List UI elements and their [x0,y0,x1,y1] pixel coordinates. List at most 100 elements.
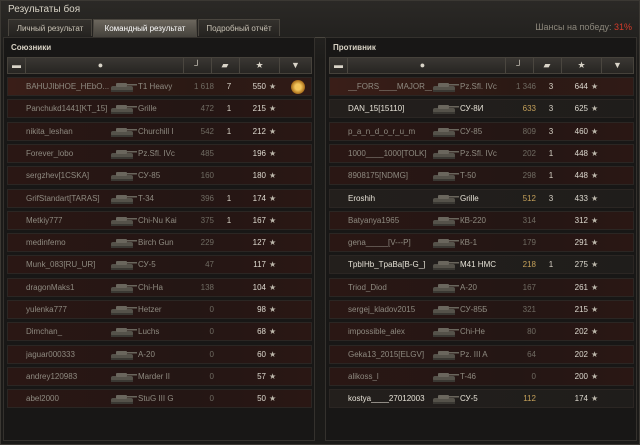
player-row[interactable]: Triod_Diod A-20 167 261 ★ [329,277,634,297]
player-row[interactable]: __FORS____MAJOR__ Pz.Sfl. IVc 1 346 3 644 ★ [329,77,634,96]
player-row[interactable]: Munk_083[RU_UR] СУ-5 47 117 ★ [7,255,312,275]
squad-column-header[interactable]: ▬ [8,58,26,73]
player-row[interactable]: kostya____27012003 СУ-5 112 174 ★ [329,389,634,409]
allies-title: Союзники [11,43,52,52]
player-row[interactable]: 8908175[NDMG] T-50 298 1 448 ★ [329,166,634,186]
xp-value: 275 [574,260,588,270]
tank-icon [111,350,137,360]
xp-value: 215 [574,305,588,314]
player-row[interactable]: Metkiy777 Chi-Nu Kai 375 1 167 ★ [7,210,312,230]
player-column-header[interactable]: ● [26,58,184,73]
player-row[interactable]: nikita_leshan Churchill I 542 1 212 ★ [7,121,312,141]
tab-team-result[interactable]: Командный результат [93,19,197,37]
player-row[interactable]: alikoss_l T-46 0 200 ★ [329,366,634,386]
star-icon: ★ [269,371,277,381]
player-name: Geka13_2015[ELGV] [348,349,425,359]
player-name: 1000____1000[TOLK] [348,148,427,158]
xp-value: 202 [574,327,588,337]
medals-column-header[interactable]: ▼ [280,58,311,73]
player-row[interactable]: yulenka777 Hetzer 0 98 ★ [7,300,312,319]
player-row[interactable]: jaguar000333 A-20 0 60 ★ [7,344,312,364]
vehicle-name: Pz.Sfl. IVc [138,148,175,158]
star-icon: ★ [591,215,599,225]
player-row[interactable]: BAHUJIbHOE_HEbO... T1 Heavy 1 618 7 550 ★ [7,77,312,96]
damage-value: 138 [200,282,214,292]
frags-value: 1 [548,148,554,158]
xp-value: 448 [574,148,588,158]
medal-icon[interactable] [291,80,305,94]
damage-value: 0 [209,327,214,337]
player-name: 8908175[NDMG] [348,171,409,181]
star-icon: ★ [577,60,586,70]
vehicle-name: Pz. III A [460,349,488,359]
medals-column-header[interactable]: ▼ [602,58,633,73]
player-row[interactable]: Geka13_2015[ELGV] Pz. III A 64 202 ★ [329,344,634,364]
window-title: Результаты боя [8,4,81,15]
player-row[interactable]: Dimchan_ Luchs 0 68 ★ [7,322,312,342]
player-column-header[interactable]: ● [348,58,506,73]
damage-column-header[interactable]: ┘ [506,58,534,73]
vehicle-name: СУ-5 [138,260,156,270]
player-name: GrifStandart[TARAS] [26,193,100,203]
player-row[interactable]: impossible_alex Chi-He 80 202 ★ [329,322,634,342]
player-name: sergej_kladov2015 [348,305,416,314]
player-name: TpbIHb_TpaBa[B-G_] [348,260,426,270]
player-row[interactable]: sergzhev[1CSKA] СУ-85 160 180 ★ [7,166,312,186]
tank-icon [433,239,459,249]
player-row[interactable]: dragonMaks1 Chi-Ha 138 104 ★ [7,277,312,297]
player-name: BAHUJIbHOE_HEbO... [26,82,110,91]
xp-column-header[interactable]: ★ [562,58,602,73]
tank-icon [433,372,459,382]
damage-value: 396 [200,193,214,203]
allies-table-header: ▬ ● ┘ ▰ ★ ▼ [7,57,312,74]
player-row[interactable]: DAN_15[15110] СУ-8И 633 3 625 ★ [329,99,634,119]
player-name: Panchukd1441[KT_15] [26,104,108,114]
frags-column-header[interactable]: ▰ [534,58,562,73]
vehicle-name: КВ-220 [460,215,487,225]
star-icon: ★ [591,394,599,404]
player-row[interactable]: GrifStandart[TARAS] T-34 396 1 174 ★ [7,188,312,208]
frags-value: 3 [548,82,554,91]
tab-personal-result[interactable]: Личный результат [8,19,92,36]
medal-header-icon: ▼ [291,60,300,70]
player-row[interactable]: abel2000 StuG III G 0 50 ★ [7,389,312,409]
squad-column-header[interactable]: ▬ [330,58,348,73]
player-name: jaguar000333 [26,349,75,359]
player-row[interactable]: TpbIHb_TpaBa[B-G_] M41 HMC 218 1 275 ★ [329,255,634,275]
vehicle-name: СУ-8И [460,104,484,114]
player-row[interactable]: medinfemo Birch Gun 229 127 ★ [7,233,312,253]
xp-value: 215 [252,104,266,114]
xp-value: 460 [574,126,588,136]
damage-value: 298 [522,171,536,181]
player-row[interactable]: Batyanya1965 КВ-220 314 312 ★ [329,210,634,230]
player-name: alikoss_l [348,371,379,381]
tank-icon [433,283,459,293]
player-row[interactable]: gena_____[V---P] КВ-1 179 291 ★ [329,233,634,253]
player-row[interactable]: Panchukd1441[KT_15] Grille 472 1 215 ★ [7,99,312,119]
vehicle-name: Grille [460,193,479,203]
player-row[interactable]: p_a_n_d_o_r_u_m СУ-85 809 3 460 ★ [329,121,634,141]
frags-value: 1 [226,104,232,114]
vehicle-name: T-46 [460,371,477,381]
vehicle-name: Pz.Sfl. IVc [460,148,497,158]
player-name: sergzhev[1CSKA] [26,171,90,181]
win-chance-value: 31% [613,22,632,32]
player-row[interactable]: Eroshih Grille 512 3 433 ★ [329,188,634,208]
player-row[interactable]: andrey120983 Marder II 0 57 ★ [7,366,312,386]
player-name: Munk_083[RU_UR] [26,260,96,270]
xp-value: 200 [574,371,588,381]
player-icon: ● [97,60,104,70]
player-row[interactable]: sergej_kladov2015 СУ-85Б 321 215 ★ [329,300,634,319]
tank-icon [111,372,137,382]
player-row[interactable]: Forever_lobo Pz.Sfl. IVc 485 196 ★ [7,143,312,163]
tab-detailed-report[interactable]: Подробный отчёт [198,19,280,36]
xp-value: 167 [252,215,266,225]
damage-value: 0 [531,371,536,381]
vehicle-name: Pz.Sfl. IVc [460,82,497,91]
tank-icon [111,283,137,293]
frags-column-header[interactable]: ▰ [212,58,240,73]
xp-column-header[interactable]: ★ [240,58,280,73]
player-row[interactable]: 1000____1000[TOLK] Pz.Sfl. IVc 202 1 448 ★ [329,143,634,163]
damage-column-header[interactable]: ┘ [184,58,212,73]
frags-value: 3 [548,193,554,203]
